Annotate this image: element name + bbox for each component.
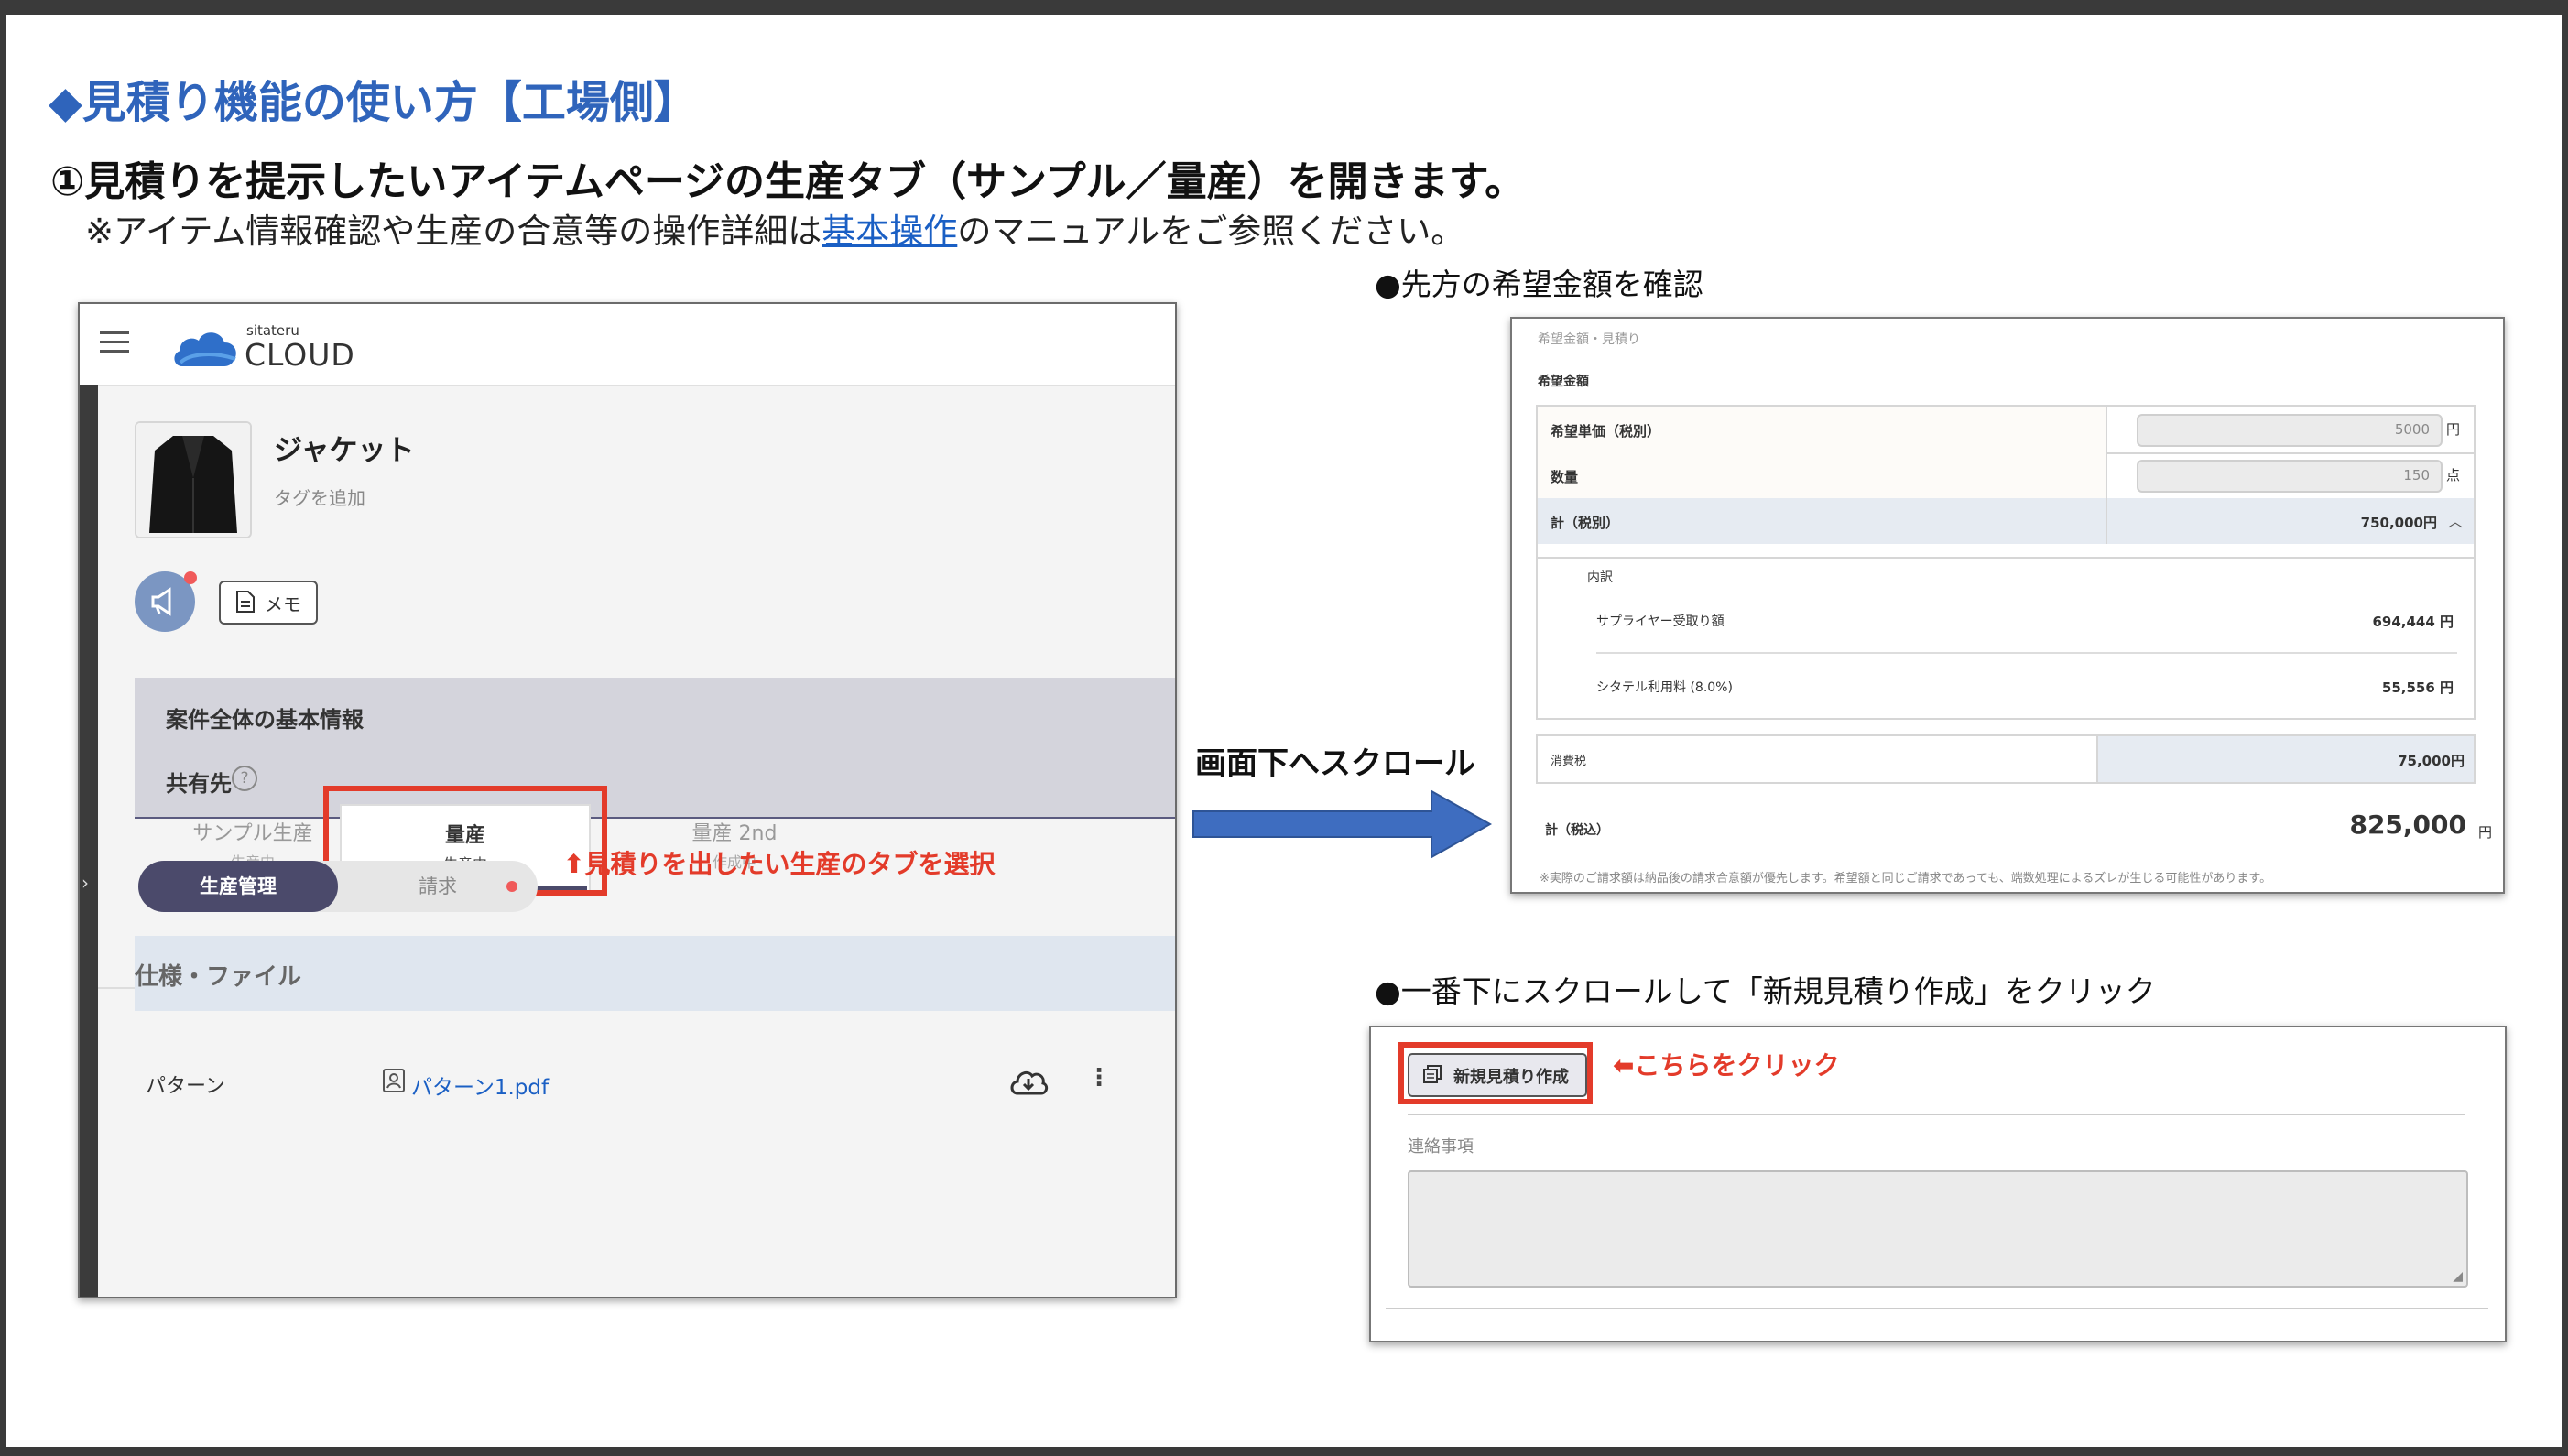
pdf-icon [383, 1069, 405, 1092]
view-toggle[interactable]: 生産管理 請求 [138, 861, 538, 912]
subtotal-row[interactable]: 計（税別） 750,000円 ︿ [1538, 498, 2474, 544]
breakdown-panel: 内訳 サプライヤー受取り額 694,444 円 シタテル利用料 (8.0%) 5… [1536, 555, 2476, 720]
highlight-box-button [1398, 1042, 1593, 1104]
add-tag-link[interactable]: タグを追加 [274, 484, 365, 510]
right-arrow-icon [1192, 789, 1493, 859]
side-rail [80, 385, 98, 1297]
pdf-file-link[interactable]: パターン1.pdf [411, 1070, 549, 1101]
estimate-header: 希望金額・見積り [1538, 332, 1640, 347]
note-suffix: のマニュアルをご参照ください。 [957, 212, 1465, 251]
unit-price-row: 希望単価（税別） 5000 円 [1538, 407, 2474, 454]
breakdown-divider [1596, 652, 2457, 654]
slide: ◆見積り機能の使い方【工場側】 ①見積りを提示したいアイテムページの生産タブ（サ… [6, 15, 2562, 1447]
annotation-select-tab: ⬆見積りを出したい生産のタブを選択 [563, 849, 996, 879]
memo-icon [236, 591, 255, 613]
total-unit: 円 [2477, 824, 2492, 841]
help-icon[interactable]: ? [232, 766, 257, 791]
note-text: ※アイテム情報確認や生産の合意等の操作詳細は基本操作のマニュアルをご参照ください… [85, 203, 1464, 253]
new-quote-screenshot: 新規見積り作成 ⬅こちらをクリック 連絡事項 ◢ [1369, 1026, 2507, 1342]
desired-price-subheader: 希望金額 [1538, 375, 1589, 389]
contact-notes-label: 連絡事項 [1408, 1137, 1474, 1157]
spec-files-section[interactable]: 仕様・ファイル [135, 936, 1175, 1011]
basic-info-label: 案件全体の基本情報 [166, 707, 364, 733]
unit-price-input: 5000 [2137, 414, 2443, 447]
supplier-amount-value: 694,444 円 [2372, 614, 2454, 630]
caption-click-new-quote: ●一番下にスクロールして「新規見積り作成」をクリック [1375, 973, 2156, 1009]
chevron-right-icon[interactable]: › [82, 872, 89, 894]
share-section[interactable]: 共有先 ? [135, 742, 1175, 819]
unit-price-value: 5000 [2394, 421, 2430, 438]
supplier-amount-label: サプライヤー受取り額 [1596, 614, 1725, 629]
billing-notification-dot [506, 881, 517, 892]
logo-text: CLOUD [245, 337, 355, 373]
annotation-click-here: ⬅こちらをクリック [1613, 1050, 1840, 1081]
desired-price-table: 希望単価（税別） 5000 円 数量 150 点 計（税別） 750,000円 … [1536, 405, 2476, 559]
platform-fee-label: シタテル利用料 (8.0%) [1596, 680, 1733, 695]
spec-files-label: 仕様・ファイル [135, 963, 302, 991]
desired-price-screenshot: 希望金額・見積り 希望金額 希望単価（税別） 5000 円 数量 150 点 計… [1510, 317, 2505, 894]
notification-dot [184, 571, 197, 584]
caption-check-desired-price: ●先方の希望金額を確認 [1375, 266, 1703, 302]
total-value: 825,000 [2349, 809, 2466, 840]
tax-row: 消費税 75,000円 [1536, 734, 2476, 784]
file-row-label: パターン [146, 1075, 225, 1098]
chevron-up-icon[interactable]: ︿ [2448, 509, 2463, 531]
basic-ops-link[interactable]: 基本操作 [822, 212, 957, 251]
subtotal-label: 計（税別） [1551, 515, 1620, 531]
toggle-production-management[interactable]: 生産管理 [138, 861, 338, 912]
app-header: sitateru CLOUD [80, 304, 1175, 386]
platform-fee-value: 55,556 円 [2381, 679, 2454, 696]
quantity-label: 数量 [1551, 469, 1579, 485]
tab-sample-label[interactable]: サンプル生産 [166, 817, 340, 846]
unit-price-unit: 円 [2446, 421, 2461, 438]
quantity-input: 150 [2137, 460, 2443, 493]
resize-handle-icon[interactable]: ◢ [2453, 1269, 2463, 1284]
jacket-image [136, 423, 250, 537]
cloud-download-icon[interactable] [1008, 1066, 1049, 1097]
megaphone-button[interactable] [135, 571, 197, 632]
memo-label: メモ [265, 593, 301, 615]
subtotal-value: 750,000円 [2360, 515, 2437, 531]
contact-notes-textarea[interactable]: ◢ [1408, 1170, 2468, 1288]
item-page-screenshot: sitateru CLOUD › ジャケット タグを追加 メモ 案件全体の基本情… [78, 302, 1177, 1298]
step-heading: ①見積りを提示したいアイテムページの生産タブ（サンプル／量産）を開きます。 [50, 158, 1526, 205]
item-title: ジャケット [274, 434, 415, 467]
tax-value: 75,000円 [2398, 753, 2465, 769]
scroll-instruction: 画面下へスクロール [1195, 745, 1475, 782]
divider [1408, 1114, 2465, 1115]
quantity-value: 150 [2403, 467, 2430, 484]
memo-button[interactable]: メモ [219, 581, 318, 625]
cloud-logo-icon [174, 332, 236, 366]
bottom-border [1386, 1308, 2488, 1309]
share-label: 共有先 [166, 771, 232, 797]
estimate-footnote: ※実際のご請求額は納品後の請求合意額が優先します。希望額と同じご請求であっても、… [1540, 872, 2272, 886]
quantity-row: 数量 150 点 [1538, 452, 2474, 500]
total-label: 計（税込） [1545, 823, 1609, 838]
more-vertical-icon[interactable]: ⋮ [1087, 1064, 1111, 1092]
slide-title: ◆見積り機能の使い方【工場側】 [49, 77, 698, 128]
menu-icon[interactable] [100, 331, 129, 353]
unit-price-label: 希望単価（税別） [1551, 423, 1661, 440]
quantity-unit: 点 [2446, 467, 2461, 484]
note-prefix: ※アイテム情報確認や生産の合意等の操作詳細は [85, 212, 822, 251]
item-thumbnail [135, 421, 252, 538]
tax-label: 消費税 [1551, 755, 1587, 768]
breakdown-label: 内訳 [1587, 570, 1613, 585]
tab-mass-2nd-label[interactable]: 量産 2nd [647, 817, 822, 846]
